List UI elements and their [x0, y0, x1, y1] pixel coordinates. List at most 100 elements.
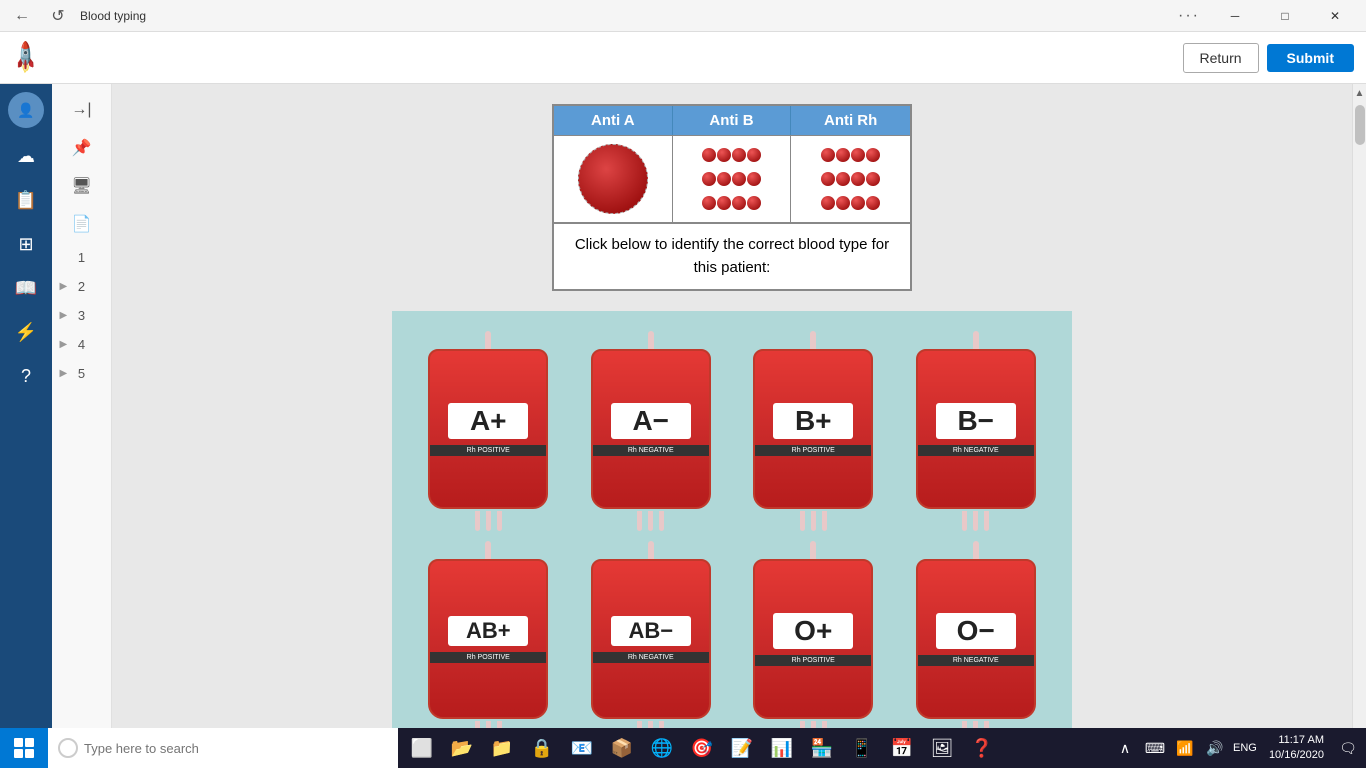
bag-tubes-bottom [962, 721, 989, 728]
title-bar-right: ··· ─ □ ✕ [1178, 0, 1358, 32]
nav-page-icon[interactable]: 📄 [64, 206, 100, 242]
nav-expand-icon[interactable]: →| [64, 92, 100, 128]
bag-tube-top [485, 331, 491, 349]
blood-bag-a-pos[interactable]: A+ Rh POSITIVE [412, 331, 565, 531]
bag-label: AB− [611, 616, 691, 646]
back-button[interactable]: ← [8, 2, 36, 30]
taskbar-chevron-icon[interactable]: ∧ [1111, 728, 1139, 768]
blood-bag-ab-neg[interactable]: AB− Rh NEGATIVE [575, 541, 728, 728]
blood-bag-ab-pos[interactable]: AB+ Rh POSITIVE [412, 541, 565, 728]
taskbar-keyboard-icon[interactable]: ⌨ [1141, 728, 1169, 768]
bag-tubes-bottom [800, 511, 827, 531]
instruction-box: Click below to identify the correct bloo… [552, 224, 912, 291]
bag-tubes-bottom [475, 721, 502, 728]
bag-tube-top [648, 541, 654, 559]
bag-tube-top [973, 541, 979, 559]
taskbar-search-box[interactable] [48, 728, 398, 768]
sidebar-icon-network[interactable]: ⚡ [6, 312, 46, 352]
taskbar-lang-icon[interactable]: ENG [1231, 728, 1259, 768]
bag-label: B− [936, 403, 1016, 439]
rocket-icon: 🚀 [7, 39, 45, 77]
blood-bag-o-neg[interactable]: O− Rh NEGATIVE [900, 541, 1053, 728]
bag-subtype: Rh POSITIVE [430, 445, 546, 456]
task-view-icon[interactable]: ⬜ [402, 728, 442, 768]
bag-body: B− Rh NEGATIVE [916, 349, 1036, 509]
app-bar: 🚀 Return Submit [0, 32, 1366, 84]
sidebar-icon-help[interactable]: ? [6, 356, 46, 396]
clock-date: 10/16/2020 [1269, 748, 1324, 763]
taskbar-app-help[interactable]: ❓ [962, 728, 1002, 768]
taskbar-clock[interactable]: 11:17 AM 10/16/2020 [1261, 733, 1332, 764]
sidebar-icon-grid[interactable]: ⊞ [6, 224, 46, 264]
window-title: Blood typing [80, 9, 146, 23]
taskbar-app-calendar[interactable]: 📅 [882, 728, 922, 768]
user-avatar[interactable]: 👤 [8, 92, 44, 128]
start-button[interactable] [0, 728, 48, 768]
bag-tubes-bottom [475, 511, 502, 531]
bag-subtype: Rh POSITIVE [430, 652, 546, 663]
taskbar-app-word[interactable]: 📝 [722, 728, 762, 768]
taskbar-app-edge[interactable]: 🌐 [642, 728, 682, 768]
bag-label: AB+ [448, 616, 528, 646]
bag-subtype: Rh NEGATIVE [593, 652, 709, 663]
blood-agglutinated-rh [816, 144, 886, 214]
bag-tube-top [648, 331, 654, 349]
taskbar-app-1[interactable]: 📂 [442, 728, 482, 768]
nav-monitor-icon[interactable]: 🖥 [64, 168, 100, 204]
blood-bag-a-neg[interactable]: A− Rh NEGATIVE [575, 331, 728, 531]
anti-b-result [673, 136, 792, 222]
taskbar-app-store[interactable]: 🏪 [802, 728, 842, 768]
minimize-button[interactable]: ─ [1212, 0, 1258, 32]
taskbar-icons: ⬜ 📂 📁 🔒 📧 📦 🌐 🎯 📝 📊 🏪 📱 📅 🖼 ❓ [398, 728, 1006, 768]
taskbar-app-4[interactable]: 📧 [562, 728, 602, 768]
taskbar-app-6[interactable]: 🎯 [682, 728, 722, 768]
app-bar-right: Return Submit [1183, 43, 1354, 73]
more-options-icon[interactable]: ··· [1178, 7, 1200, 25]
taskbar-app-2[interactable]: 📁 [482, 728, 522, 768]
taskbar-app-phone[interactable]: 📱 [842, 728, 882, 768]
bag-body: O+ Rh POSITIVE [753, 559, 873, 719]
maximize-button[interactable]: □ [1262, 0, 1308, 32]
taskbar-app-3[interactable]: 🔒 [522, 728, 562, 768]
bag-tube-top [973, 331, 979, 349]
bag-tube-top [485, 541, 491, 559]
search-input[interactable] [84, 741, 388, 756]
taskbar-app-photos[interactable]: 🖼 [922, 728, 962, 768]
sidebar-icon-book[interactable]: 📖 [6, 268, 46, 308]
close-button[interactable]: ✕ [1312, 0, 1358, 32]
taskbar-sound-icon[interactable]: 🔊 [1201, 728, 1229, 768]
taskbar-app-ppt[interactable]: 📊 [762, 728, 802, 768]
blood-bag-b-neg[interactable]: B− Rh NEGATIVE [900, 331, 1053, 531]
sidebar-icon-view[interactable]: 📋 [6, 180, 46, 220]
scrollbar-track[interactable]: ▲ [1352, 84, 1366, 728]
submit-button[interactable]: Submit [1267, 44, 1354, 72]
antigen-images-row [554, 135, 910, 222]
taskbar-network-icon[interactable]: 📶 [1171, 728, 1199, 768]
nav-page-4[interactable]: ▶ 4 [56, 331, 108, 358]
nav-page-5[interactable]: ▶ 5 [56, 360, 108, 387]
blood-bag-o-pos[interactable]: O+ Rh POSITIVE [737, 541, 890, 728]
bag-label: A− [611, 403, 691, 439]
nav-page-3[interactable]: ▶ 3 [56, 302, 108, 329]
bag-label: B+ [773, 403, 853, 439]
nav-page-1[interactable]: 1 [56, 244, 108, 271]
bag-tube-top [810, 541, 816, 559]
bag-subtype: Rh NEGATIVE [593, 445, 709, 456]
cortana-icon [58, 738, 78, 758]
sidebar-icon-cloud[interactable]: ☁ [6, 136, 46, 176]
header-anti-rh: Anti Rh [791, 106, 910, 135]
bag-tubes-bottom [800, 721, 827, 728]
scrollbar-thumb[interactable] [1355, 105, 1365, 145]
bag-tubes-bottom [962, 511, 989, 531]
content-area: Anti A Anti B Anti Rh [112, 84, 1352, 728]
bag-body: AB− Rh NEGATIVE [591, 559, 711, 719]
nav-pin-icon[interactable]: 📌 [64, 130, 100, 166]
nav-page-2[interactable]: ▶ 2 [56, 273, 108, 300]
title-bar-left: ← ↺ Blood typing [8, 2, 146, 30]
taskbar-app-5[interactable]: 📦 [602, 728, 642, 768]
forward-button[interactable]: ↺ [44, 2, 72, 30]
taskbar-notification-icon[interactable]: 🗨 [1334, 728, 1362, 768]
blood-bag-b-pos[interactable]: B+ Rh POSITIVE [737, 331, 890, 531]
scroll-up-arrow[interactable]: ▲ [1353, 86, 1366, 101]
return-button[interactable]: Return [1183, 43, 1259, 73]
